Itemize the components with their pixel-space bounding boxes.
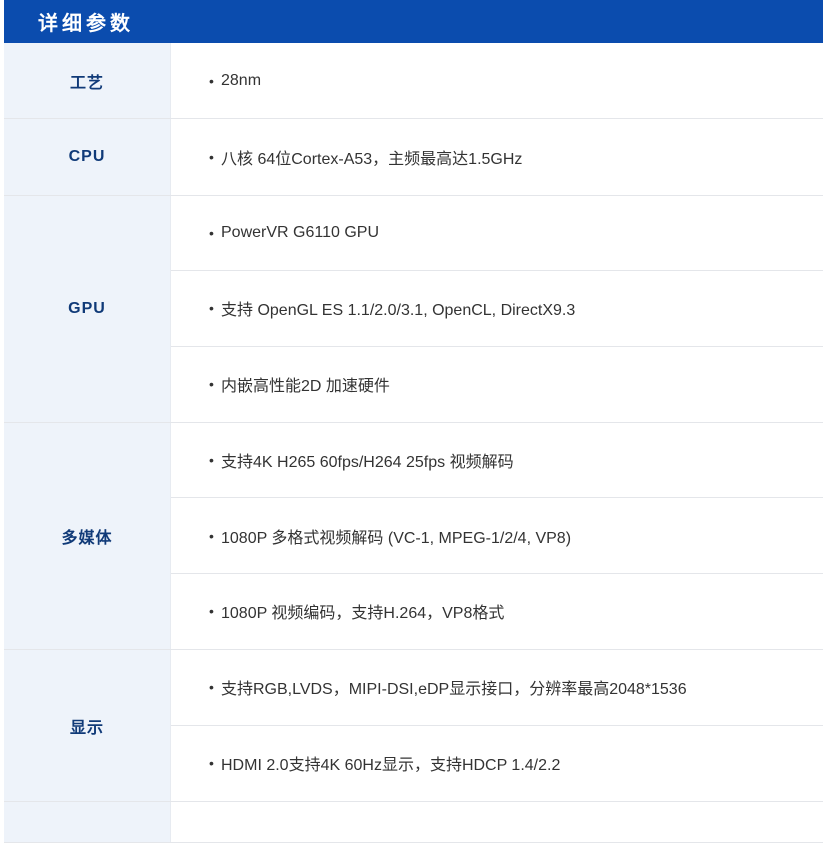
spec-value: 支持 OpenGL ES 1.1/2.0/3.1, OpenCL, Direct… [221,302,576,320]
spec-label: 多媒体 [61,530,113,548]
spec-value: 1080P 多格式视频解码 (VC-1, MPEG-1/2/4, VP8) [221,529,572,547]
spec-value: PowerVR G6110 GPU [221,223,379,241]
spec-value: 支持RGB,LVDS，MIPI-DSI,eDP显示接口，分辨率最高2048*15… [221,681,687,699]
spec-value-row: • 支持RGB,LVDS，MIPI-DSI,eDP显示接口，分辨率最高2048*1… [171,650,823,726]
bullet-icon: • [209,72,214,89]
spec-row: 工艺 • 28nm [4,43,823,120]
spec-value-row: • 支持 OpenGL ES 1.1/2.0/3.1, OpenCL, Direc… [171,271,823,347]
spec-row-partial [4,801,823,843]
spec-label-cell: 工艺 [4,43,171,119]
spec-value-row: • 内嵌高性能2D 加速硬件 [171,347,823,422]
spec-panel: 详细参数 工艺 • 28nm CPU • 八核 64位Cortex-A53，主频最高达1.… [4,0,823,843]
spec-value-row: • HDMI 2.0支持4K 60Hz显示，支持HDCP 1.4/2.2 [171,726,823,801]
bullet-icon: • [209,755,214,772]
spec-value: 支持4K H265 60fps/H264 25fps 视频解码 [221,454,514,472]
spec-value: 内嵌高性能2D 加速硬件 [221,378,390,396]
spec-values: • 支持RGB,LVDS，MIPI-DSI,eDP显示接口，分辨率最高2048*1… [171,650,823,801]
spec-values: • 八核 64位Cortex-A53，主频最高达1.5GHz [171,119,823,194]
spec-value: 八核 64位Cortex-A53，主频最高达1.5GHz [221,151,523,169]
spec-row: CPU • 八核 64位Cortex-A53，主频最高达1.5GHz [4,119,823,196]
spec-value: 28nm [221,71,262,89]
spec-value: 1080P 视频编码，支持H.264，VP8格式 [221,605,505,623]
spec-label: GPU [68,299,106,317]
spec-values [171,802,823,842]
bullet-icon: • [209,527,214,544]
spec-label: 工艺 [69,74,104,92]
spec-value: HDMI 2.0支持4K 60Hz显示，支持HDCP 1.4/2.2 [221,757,561,775]
spec-row: GPU • PowerVR G6110 GPU • 支持 OpenGL ES 1.1/2… [4,195,823,423]
bullet-icon: • [209,376,214,393]
spec-values: • PowerVR G6110 GPU • 支持 OpenGL ES 1.1/2.0/… [171,196,823,422]
spec-value-row: • 28nm [171,43,823,118]
spec-value-row: • 1080P 视频编码，支持H.264，VP8格式 [171,574,823,649]
bullet-icon: • [209,603,214,620]
spec-label-cell: GPU [4,195,171,422]
spec-table: 工艺 • 28nm CPU • 八核 64位Cortex-A53，主频最高达1.5GHz G… [4,43,823,843]
panel-header: 详细参数 [4,0,823,43]
spec-value-row: • 八核 64位Cortex-A53，主频最高达1.5GHz [171,119,823,194]
bullet-icon: • [209,452,214,469]
spec-label: CPU [68,148,106,166]
spec-values: • 支持4K H265 60fps/H264 25fps 视频解码 • 1080P 多… [171,423,823,649]
bullet-icon: • [209,224,214,241]
spec-value-row: • 支持4K H265 60fps/H264 25fps 视频解码 [171,423,823,499]
spec-label-cell [4,801,171,842]
spec-label-cell: CPU [4,119,171,195]
bullet-icon: • [209,679,214,696]
spec-value-row: • 1080P 多格式视频解码 (VC-1, MPEG-1/2/4, VP8) [171,498,823,574]
spec-value-row: • PowerVR G6110 GPU [171,196,823,272]
spec-values: • 28nm [171,43,823,118]
spec-row: 多媒体 • 支持4K H265 60fps/H264 25fps 视频解码 • 1080… [4,422,823,651]
spec-row: 显示 • 支持RGB,LVDS，MIPI-DSI,eDP显示接口，分辨率最高2048… [4,650,823,802]
panel-title: 详细参数 [38,13,134,35]
spec-label: 显示 [69,719,104,737]
spec-label-cell: 多媒体 [4,422,171,650]
bullet-icon: • [209,149,214,166]
bullet-icon: • [209,300,214,317]
spec-label-cell: 显示 [4,650,171,801]
